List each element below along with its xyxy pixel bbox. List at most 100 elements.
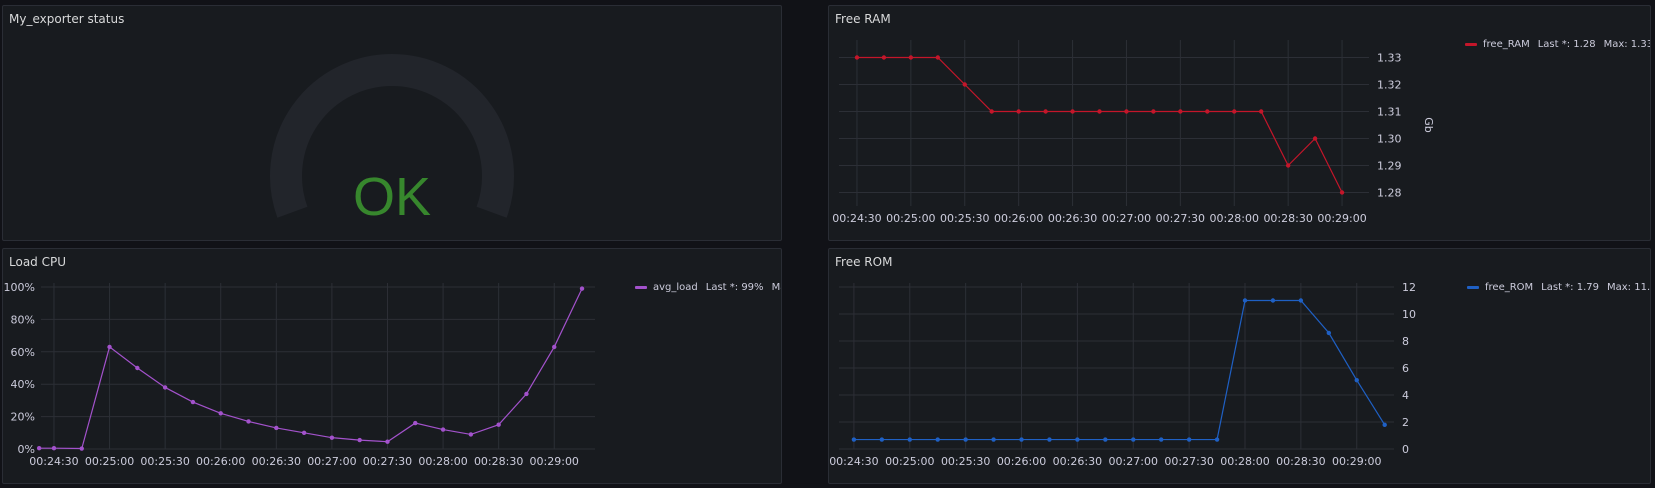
- data-point: [1019, 437, 1024, 442]
- data-point: [135, 365, 140, 371]
- data-point: [524, 391, 529, 397]
- data-point: [274, 425, 279, 431]
- x-tick-label: 00:25:30: [140, 455, 189, 468]
- x-tick-label: 00:25:30: [941, 455, 990, 468]
- legend-series-name: free_RAM: [1483, 39, 1530, 50]
- data-point: [1339, 190, 1345, 195]
- x-tick-label: 00:27:30: [1164, 455, 1213, 468]
- data-point: [851, 437, 857, 442]
- x-tick-label: 00:29:00: [1332, 455, 1381, 468]
- data-point: [1043, 109, 1048, 114]
- data-point: [1326, 330, 1332, 336]
- y-tick-label: 1.31: [1377, 106, 1402, 119]
- x-tick-label: 00:25:00: [886, 212, 935, 225]
- data-point: [935, 437, 940, 442]
- x-tick-label: 00:26:30: [1048, 212, 1097, 225]
- y-tick-label: 4: [1402, 389, 1409, 402]
- data-point: [963, 437, 968, 442]
- y-tick-label: 100%: [4, 281, 35, 294]
- y-axis-unit: Gb: [1422, 117, 1435, 133]
- data-point: [1131, 437, 1136, 442]
- data-point: [1285, 163, 1291, 168]
- x-tick-label: 00:28:30: [1263, 212, 1312, 225]
- y-tick-label: 1.29: [1377, 160, 1402, 173]
- x-tick-label: 00:28:30: [474, 455, 523, 468]
- data-point: [1298, 298, 1304, 303]
- y-tick-label: 6: [1402, 362, 1409, 375]
- x-tick-label: 00:24:30: [832, 212, 881, 225]
- data-point: [1047, 437, 1052, 442]
- legend-swatch: [1467, 286, 1479, 289]
- x-tick-label: 00:27:00: [1109, 455, 1158, 468]
- data-point: [329, 435, 335, 440]
- x-tick-label: 00:25:30: [940, 212, 989, 225]
- data-point: [301, 430, 307, 435]
- x-tick-label: 00:24:30: [29, 455, 78, 468]
- legend-max: Max: 11.0: [1607, 282, 1651, 293]
- x-tick-label: 00:26:30: [252, 455, 301, 468]
- legend-max: Max: 1.33: [1603, 39, 1651, 50]
- legend[interactable]: free_RAM Last *: 1.28 Max: 1.33: [1465, 39, 1651, 50]
- legend[interactable]: avg_load Last *: 99% Max: 99%: [635, 282, 781, 293]
- data-point: [879, 437, 885, 442]
- legend-series-name: free_ROM: [1485, 282, 1534, 293]
- free-rom-panel: Free ROM 0 2 4 6 8 10 12 00:24:30 00:25:00 00:25:…: [828, 248, 1651, 484]
- data-point: [1016, 109, 1021, 114]
- series-line: [853, 299, 1386, 441]
- x-tick-label: 00:28:00: [1220, 455, 1269, 468]
- data-point: [162, 385, 168, 390]
- legend-last: Last *: 99%: [705, 282, 764, 293]
- y-tick-label: 0: [1402, 443, 1409, 456]
- data-point: [991, 437, 996, 442]
- data-point: [854, 55, 860, 60]
- data-point: [357, 437, 362, 443]
- data-point: [881, 55, 887, 60]
- legend[interactable]: free_ROM Last *: 1.79 Max: 11.0: [1467, 282, 1651, 293]
- data-point: [468, 432, 474, 437]
- data-point: [190, 399, 196, 405]
- data-point: [1205, 109, 1210, 114]
- y-tick-label: 60%: [11, 346, 35, 359]
- x-tick-label: 00:28:00: [1210, 212, 1259, 225]
- x-tick-label: 00:27:00: [307, 455, 356, 468]
- data-point: [107, 344, 112, 350]
- data-point: [907, 437, 912, 442]
- legend-last: Last *: 1.79: [1541, 282, 1599, 293]
- status-value: OK: [352, 167, 432, 227]
- x-tick-label: 00:29:00: [1317, 212, 1366, 225]
- data-point: [579, 286, 585, 291]
- load-cpu-panel: Load CPU 0% 20% 40% 60% 80% 100% 00:24:30 00:25…: [2, 248, 782, 484]
- data-point: [1382, 422, 1387, 428]
- free-ram-panel: Free RAM 1.28 1.29 1.30 1.31 1.32 1.33 00:24:3…: [828, 5, 1651, 241]
- data-point: [1124, 109, 1129, 114]
- x-tick-label: 00:28:30: [1276, 455, 1325, 468]
- data-point: [908, 55, 914, 60]
- data-point: [440, 427, 446, 432]
- y-tick-label: 2: [1402, 416, 1409, 429]
- legend-last: Last *: 1.28: [1537, 39, 1596, 50]
- status-panel: My_exporter status OK: [2, 5, 782, 241]
- y-tick-label: 20%: [11, 411, 35, 424]
- x-tick-label: 00:25:00: [885, 455, 934, 468]
- legend-series-name: avg_load: [653, 282, 698, 293]
- data-point: [385, 439, 390, 444]
- data-point: [1070, 109, 1075, 114]
- y-tick-label: 1.28: [1377, 187, 1402, 200]
- data-point: [1097, 109, 1102, 114]
- data-point: [989, 109, 994, 114]
- data-point: [1242, 298, 1248, 303]
- data-point: [246, 419, 251, 424]
- x-tick-label: 00:27:00: [1102, 212, 1151, 225]
- data-point: [1186, 437, 1192, 442]
- y-tick-label: 1.32: [1377, 79, 1402, 92]
- y-tick-label: 1.33: [1377, 52, 1402, 65]
- data-point: [413, 420, 418, 426]
- data-point: [1312, 136, 1318, 141]
- data-point: [1259, 109, 1264, 114]
- data-point: [1354, 377, 1359, 383]
- data-point: [962, 82, 967, 87]
- data-point: [496, 422, 501, 427]
- y-tick-label: 10: [1402, 308, 1416, 321]
- data-point: [935, 55, 941, 60]
- y-tick-label: 12: [1402, 281, 1416, 294]
